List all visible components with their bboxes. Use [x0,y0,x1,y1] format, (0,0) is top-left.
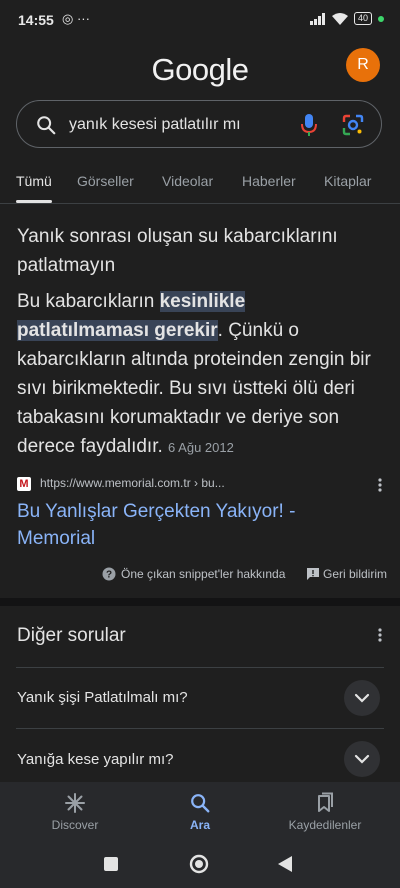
snippet-body: Bu kabarcıkların kesinlikle patlatılmama… [17,287,379,462]
svg-text:?: ? [106,570,112,581]
tab-books[interactable]: Kitaplar [324,173,371,189]
microphone-icon[interactable] [301,113,317,137]
about-snippets-link[interactable]: ? Öne çıkan snippet'ler hakkında [102,567,285,581]
bottom-navigation: Discover Ara Kaydedilenler [0,782,400,844]
chevron-down-icon [354,693,370,703]
nav-search-label: Ara [189,818,210,832]
snippet-heading: Yanık sonrası oluşan su kabarcıklarını p… [17,226,338,276]
snippet-date: 6 Ağu 2012 [168,440,234,455]
nav-saved[interactable]: Kaydedilenler [270,792,380,832]
home-icon[interactable] [189,854,209,874]
more-vert-icon[interactable] [378,628,382,642]
feedback-icon [307,568,319,580]
search-icon [191,794,210,813]
paa-expand-button-1[interactable] [344,680,380,716]
more-vert-icon[interactable] [378,478,382,492]
chevron-down-icon [354,754,370,764]
account-avatar[interactable]: R [346,48,380,82]
back-icon[interactable] [278,856,292,872]
source-url[interactable]: https://www.memorial.com.tr › bu... [40,476,225,490]
google-lens-icon[interactable] [341,113,365,137]
paa-expand-button-2[interactable] [344,741,380,777]
snippet-body-pre: Bu kabarcıkların [17,291,160,312]
section-separator [0,598,400,606]
tabs-divider [0,203,400,204]
paa-question-2[interactable]: Yanığa kese yapılır mı? [17,751,173,768]
discover-icon [65,793,85,813]
status-right-icons: 40 [309,12,384,25]
feedback-label: Geri bildirim [323,567,388,581]
search-box[interactable]: yanık kesesi patlatılır mı [16,100,382,148]
system-navigation-bar [0,844,400,888]
status-time: 14:55 [18,12,54,28]
nav-search[interactable]: Ara [145,792,255,832]
google-logo[interactable]: Google [0,52,400,88]
battery-icon: 40 [353,12,372,25]
paa-title: Diğer sorular [17,625,126,646]
about-snippets-label: Öne çıkan snippet'ler hakkında [121,567,286,581]
paa-divider [16,667,384,668]
collections-icon [318,792,333,812]
memorial-favicon-icon: M [17,477,31,491]
source-title-link[interactable]: Bu Yanlışlar Gerçekten Yakıyor! - Memori… [17,498,337,552]
paa-divider [16,728,384,729]
nav-discover[interactable]: Discover [20,792,130,832]
privacy-dot-icon [378,15,384,22]
recents-icon[interactable] [104,857,118,871]
search-icon [37,116,56,135]
tab-images[interactable]: Görseller [77,173,134,189]
paa-question-1[interactable]: Yanık şişi Patlatılmalı mı? [17,689,188,706]
tab-videos[interactable]: Videolar [162,173,213,189]
help-icon: ? [102,567,116,581]
tab-all[interactable]: Tümü [16,173,52,189]
feedback-link[interactable]: Geri bildirim [306,567,387,581]
signal-icon [309,12,325,25]
wifi-icon [331,12,348,25]
status-bar: 14:55 ◎ ··· 40 [0,0,400,40]
nav-discover-label: Discover [51,818,99,832]
search-input[interactable]: yanık kesesi patlatılır mı [69,116,241,134]
tab-news[interactable]: Haberler [242,173,296,189]
nav-saved-label: Kaydedilenler [288,818,362,832]
search-tabs: Tümü Görseller Videolar Haberler Kitapla… [0,170,400,204]
status-notification-icons: ◎ ··· [62,11,90,26]
